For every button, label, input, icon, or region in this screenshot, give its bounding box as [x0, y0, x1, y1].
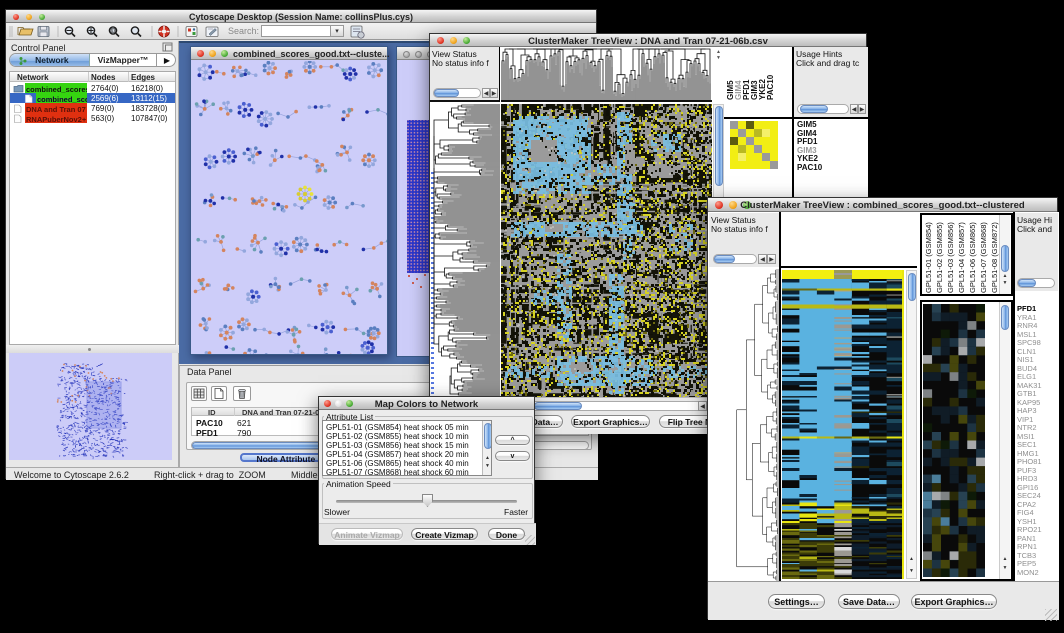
svg-text:GPL51-04 (GSM857): GPL51-04 (GSM857)	[957, 222, 966, 293]
svg-text:PAC10: PAC10	[766, 74, 775, 100]
svg-text:GPL51-08 (GSM872): GPL51-08 (GSM872)	[990, 222, 999, 293]
svg-text:GPL51-03 (GSM856): GPL51-03 (GSM856)	[946, 222, 955, 293]
svg-text:GPL51-06 (GSM865): GPL51-06 (GSM865)	[968, 222, 977, 293]
svg-text:1:1: 1:1	[111, 29, 118, 34]
svg-text:GPL51-02 (GSM855): GPL51-02 (GSM855)	[935, 222, 944, 293]
svg-text:GPL51-07 (GSM868): GPL51-07 (GSM868)	[979, 222, 988, 293]
svg-text:GPL51-01 (GSM854): GPL51-01 (GSM854)	[924, 222, 933, 293]
